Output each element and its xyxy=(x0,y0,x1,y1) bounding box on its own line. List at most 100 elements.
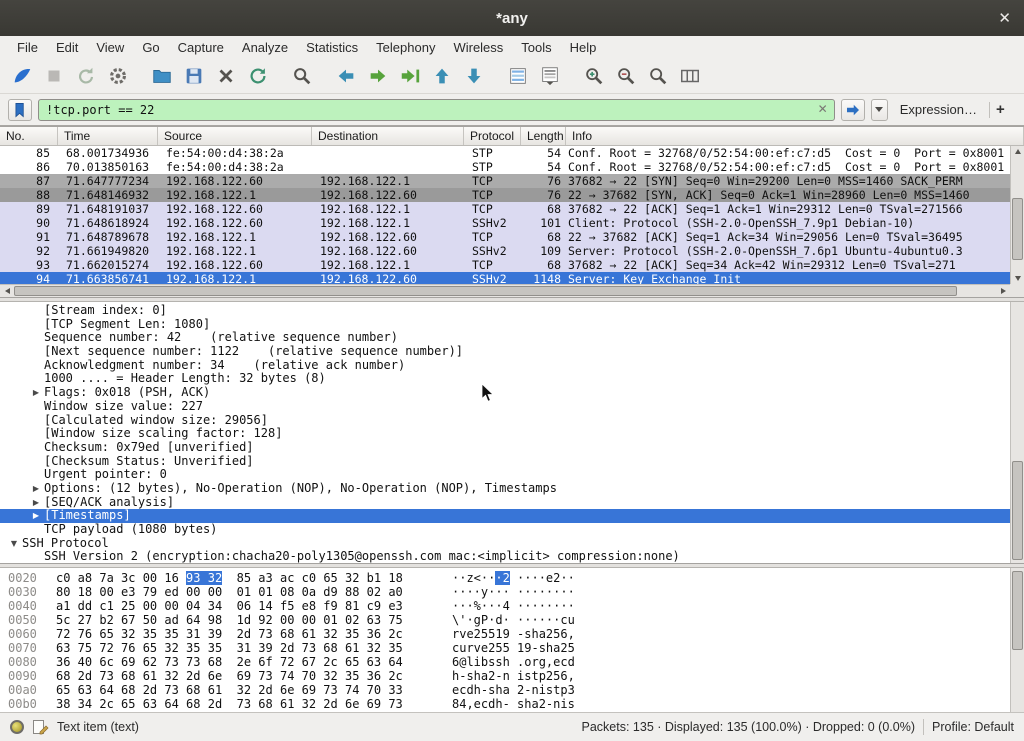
detail-line[interactable]: [TCP Segment Len: 1080] xyxy=(0,318,1010,332)
scroll-left-button[interactable] xyxy=(0,285,14,297)
packet-row[interactable]: 9071.648618924192.168.122.60192.168.122.… xyxy=(0,216,1010,230)
hex-row[interactable]: 00a065 63 64 68 2d 73 68 61 32 2d 6e 69 … xyxy=(0,683,1010,697)
detail-line[interactable]: [Window size scaling factor: 128] xyxy=(0,427,1010,441)
column-header-source[interactable]: Source xyxy=(158,127,312,145)
hex-row[interactable]: 009068 2d 73 68 61 32 2d 6e 69 73 74 70 … xyxy=(0,669,1010,683)
status-profile[interactable]: Profile: Default xyxy=(932,720,1014,734)
menu-capture[interactable]: Capture xyxy=(169,36,233,58)
go-first-packet-button[interactable] xyxy=(428,62,456,90)
detail-line[interactable]: ▶[Timestamps] xyxy=(0,509,1010,523)
restart-capture-button[interactable] xyxy=(72,62,100,90)
auto-scroll-button[interactable] xyxy=(536,62,564,90)
detail-line[interactable]: Acknowledgment number: 34 (relative ack … xyxy=(0,359,1010,373)
go-last-packet-button[interactable] xyxy=(460,62,488,90)
detail-line[interactable]: 1000 .... = Header Length: 32 bytes (8) xyxy=(0,372,1010,386)
scroll-right-button[interactable] xyxy=(996,285,1010,297)
close-window-button[interactable]: ✕ xyxy=(998,9,1011,27)
detail-line[interactable]: TCP payload (1080 bytes) xyxy=(0,523,1010,537)
hex-row[interactable]: 007063 75 72 76 65 32 35 35 31 39 2d 73 … xyxy=(0,641,1010,655)
scroll-down-button[interactable] xyxy=(1011,273,1024,284)
packet-row[interactable]: 9171.648789678192.168.122.1192.168.122.6… xyxy=(0,230,1010,244)
apply-filter-button[interactable] xyxy=(841,99,865,121)
expander-icon[interactable]: ▶ xyxy=(28,496,44,510)
save-file-button[interactable] xyxy=(180,62,208,90)
expert-info-icon[interactable] xyxy=(10,720,24,734)
packet-row[interactable]: 8871.648146932192.168.122.1192.168.122.6… xyxy=(0,188,1010,202)
display-filter-input[interactable] xyxy=(38,99,835,121)
expander-icon[interactable]: ▶ xyxy=(28,386,44,400)
packet-list-vertical-scrollbar[interactable] xyxy=(1010,146,1024,284)
detail-line[interactable]: [Checksum Status: Unverified] xyxy=(0,455,1010,469)
menu-tools[interactable]: Tools xyxy=(512,36,560,58)
titlebar[interactable]: *any ✕ xyxy=(0,0,1024,36)
detail-line[interactable]: Window size value: 227 xyxy=(0,400,1010,414)
menu-file[interactable]: File xyxy=(8,36,47,58)
column-header-length[interactable]: Length xyxy=(521,127,566,145)
hex-row[interactable]: 00505c 27 b2 67 50 ad 64 98 1d 92 00 00 … xyxy=(0,613,1010,627)
detail-line[interactable]: [Stream index: 0] xyxy=(0,304,1010,318)
hex-row[interactable]: 008036 40 6c 69 62 73 73 68 2e 6f 72 67 … xyxy=(0,655,1010,669)
packet-row[interactable]: 8568.001734936fe:54:00:d4:38:2aSTP54Conf… xyxy=(0,146,1010,160)
hex-row[interactable]: 00b038 34 2c 65 63 64 68 2d 73 68 61 32 … xyxy=(0,697,1010,711)
hex-row[interactable]: 0040a1 dd c1 25 00 00 04 34 06 14 f5 e8 … xyxy=(0,599,1010,613)
column-header-destination[interactable]: Destination xyxy=(312,127,464,145)
detail-line[interactable]: Sequence number: 42 (relative sequence n… xyxy=(0,331,1010,345)
open-file-button[interactable] xyxy=(148,62,176,90)
expander-icon[interactable]: ▶ xyxy=(28,482,44,496)
column-header-info[interactable]: Info xyxy=(566,127,1024,145)
menu-wireless[interactable]: Wireless xyxy=(444,36,512,58)
filter-bookmark-button[interactable] xyxy=(8,99,32,121)
capture-options-button[interactable] xyxy=(104,62,132,90)
menu-statistics[interactable]: Statistics xyxy=(297,36,367,58)
hscrollbar-thumb[interactable] xyxy=(14,286,957,296)
close-file-button[interactable] xyxy=(212,62,240,90)
menu-view[interactable]: View xyxy=(87,36,133,58)
expression-button[interactable]: Expression… xyxy=(894,102,983,117)
colorize-packets-button[interactable] xyxy=(504,62,532,90)
go-to-packet-button[interactable] xyxy=(396,62,424,90)
details-vertical-scrollbar[interactable] xyxy=(1010,302,1024,563)
detail-line[interactable]: ▼SSH Protocol xyxy=(0,537,1010,551)
menu-edit[interactable]: Edit xyxy=(47,36,87,58)
go-forward-button[interactable] xyxy=(364,62,392,90)
menu-help[interactable]: Help xyxy=(561,36,606,58)
detail-line[interactable]: SSH Version 2 (encryption:chacha20-poly1… xyxy=(0,550,1010,563)
detail-line[interactable]: [Next sequence number: 1122 (relative se… xyxy=(0,345,1010,359)
detail-line[interactable]: ▶[SEQ/ACK analysis] xyxy=(0,496,1010,510)
column-header-no[interactable]: No. xyxy=(0,127,58,145)
detail-line[interactable]: [Calculated window size: 29056] xyxy=(0,414,1010,428)
zoom-reset-button[interactable] xyxy=(644,62,672,90)
packet-row[interactable]: 9371.662015274192.168.122.60192.168.122.… xyxy=(0,258,1010,272)
menu-telephony[interactable]: Telephony xyxy=(367,36,444,58)
packet-row[interactable]: 8670.013850163fe:54:00:d4:38:2aSTP54Conf… xyxy=(0,160,1010,174)
zoom-in-button[interactable] xyxy=(580,62,608,90)
expander-icon[interactable]: ▼ xyxy=(6,537,22,551)
scroll-up-button[interactable] xyxy=(1011,146,1024,157)
hscroll-track[interactable] xyxy=(14,285,996,297)
scrollbar-thumb[interactable] xyxy=(1012,198,1023,260)
find-packet-button[interactable] xyxy=(288,62,316,90)
hex-vertical-scrollbar[interactable] xyxy=(1010,568,1024,712)
packet-row[interactable]: 8971.648191037192.168.122.60192.168.122.… xyxy=(0,202,1010,216)
column-header-protocol[interactable]: Protocol xyxy=(464,127,521,145)
detail-line[interactable]: Checksum: 0x79ed [unverified] xyxy=(0,441,1010,455)
expander-icon[interactable]: ▶ xyxy=(28,509,44,523)
scrollbar-thumb[interactable] xyxy=(1012,461,1023,560)
detail-line[interactable]: ▶Flags: 0x018 (PSH, ACK) xyxy=(0,386,1010,400)
scrollbar-thumb[interactable] xyxy=(1012,571,1023,650)
stop-capture-button[interactable] xyxy=(40,62,68,90)
hex-row[interactable]: 006072 76 65 32 35 35 31 39 2d 73 68 61 … xyxy=(0,627,1010,641)
detail-line[interactable]: ▶Options: (12 bytes), No-Operation (NOP)… xyxy=(0,482,1010,496)
zoom-out-button[interactable] xyxy=(612,62,640,90)
reload-file-button[interactable] xyxy=(244,62,272,90)
clear-filter-icon[interactable]: ✕ xyxy=(818,102,828,116)
packet-list-horizontal-scrollbar[interactable] xyxy=(0,284,1010,297)
packet-row[interactable]: 9471.663856741192.168.122.1192.168.122.6… xyxy=(0,272,1010,284)
packet-row[interactable]: 8771.647777234192.168.122.60192.168.122.… xyxy=(0,174,1010,188)
menu-analyze[interactable]: Analyze xyxy=(233,36,297,58)
detail-line[interactable]: Urgent pointer: 0 xyxy=(0,468,1010,482)
start-capture-button[interactable] xyxy=(8,62,36,90)
add-filter-button-plus[interactable]: + xyxy=(996,101,1016,118)
column-header-time[interactable]: Time xyxy=(58,127,158,145)
go-back-button[interactable] xyxy=(332,62,360,90)
